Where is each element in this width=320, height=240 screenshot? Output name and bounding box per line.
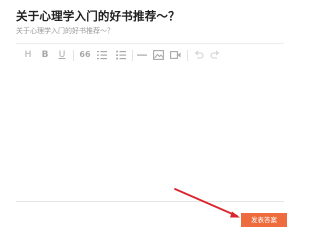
redo-icon[interactable]	[210, 49, 221, 61]
unordered-list-icon[interactable]	[116, 49, 126, 61]
toolbar-separator	[187, 50, 188, 61]
question-subtitle: 关于心理学入门的好书推荐～？	[16, 27, 114, 35]
ordered-list-icon[interactable]	[97, 49, 107, 61]
quote-icon[interactable]: 66	[78, 49, 92, 61]
underline-icon[interactable]: U	[57, 49, 67, 61]
divider-icon[interactable]	[137, 49, 147, 61]
editor-bottom-divider	[16, 201, 284, 202]
question-title: 关于心理学入门的好书推荐～？	[16, 9, 180, 23]
image-icon[interactable]	[153, 49, 164, 61]
editor-toolbar: H B U 66	[16, 43, 284, 68]
answer-editor[interactable]	[16, 67, 284, 201]
bold-icon[interactable]: B	[40, 49, 50, 61]
undo-icon[interactable]	[193, 49, 204, 61]
toolbar-separator	[73, 50, 74, 61]
submit-answer-button[interactable]: 发表答案	[241, 213, 287, 227]
toolbar-separator	[132, 50, 133, 61]
video-icon[interactable]	[170, 49, 181, 61]
heading-icon[interactable]: H	[23, 49, 33, 61]
